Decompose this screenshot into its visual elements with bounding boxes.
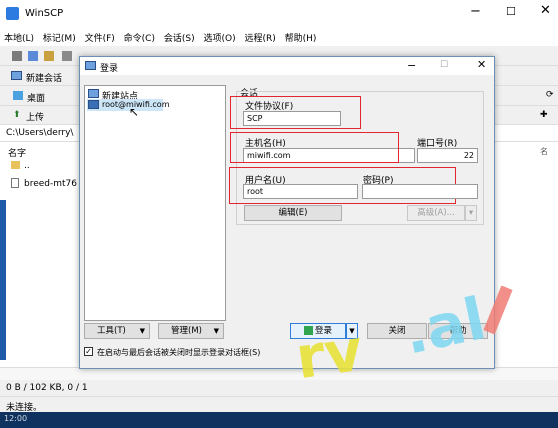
new-site-icon bbox=[88, 89, 99, 98]
site-tree: 新建站点 root@miwifi.com ↖ bbox=[84, 85, 226, 321]
login-dialog-title: 登录 bbox=[100, 64, 119, 74]
toolbar-icon[interactable] bbox=[12, 51, 22, 61]
refresh-icon[interactable]: ⟳ bbox=[546, 90, 554, 100]
main-title-bar: WinSCP − ☐ ✕ bbox=[0, 0, 558, 28]
host-highlight bbox=[230, 132, 399, 163]
menu-help[interactable]: 帮助(H) bbox=[285, 34, 317, 44]
show-login-checkbox-label: 在启动与最后会话被关闭时显示登录对话框(S) bbox=[97, 348, 261, 357]
dialog-close-icon[interactable]: ✕ bbox=[477, 58, 486, 71]
watermark-text-yellow: rv bbox=[292, 316, 367, 393]
menu-bar: 本地(L) 标记(M) 文件(F) 命令(C) 会话(S) 选项(O) 远程(R… bbox=[0, 28, 558, 46]
local-path[interactable]: C:\Users\derry\ bbox=[6, 128, 73, 138]
taskbar-clock: 12:00 bbox=[4, 414, 28, 423]
taskbar: 12:00 bbox=[0, 412, 558, 428]
minimize-icon[interactable]: − bbox=[470, 4, 481, 19]
file-row-parent[interactable]: .. bbox=[24, 161, 30, 171]
transfer-status-bar: 0 B / 102 KB, 0 / 1 bbox=[0, 380, 558, 396]
tree-item-saved-site[interactable]: root@miwifi.com bbox=[87, 99, 170, 111]
toolbar-icon[interactable] bbox=[44, 51, 54, 61]
login-dialog-icon bbox=[85, 61, 96, 70]
upload-icon: ⬆ bbox=[13, 110, 21, 120]
winscp-app-icon bbox=[6, 7, 19, 20]
menu-commands[interactable]: 命令(C) bbox=[124, 34, 155, 44]
window-title: WinSCP bbox=[25, 8, 64, 19]
maximize-icon[interactable]: ☐ bbox=[506, 5, 516, 18]
desktop-edge bbox=[0, 200, 6, 360]
chevron-down-icon: ▼ bbox=[139, 327, 145, 335]
tools-button-label: 工具(T) bbox=[97, 326, 126, 336]
local-size-status: 0 B / 102 KB, 0 / 1 bbox=[6, 383, 88, 393]
file-name[interactable]: breed-mt76 bbox=[24, 179, 77, 189]
mouse-cursor-icon: ↖ bbox=[129, 105, 140, 119]
manage-button-label: 管理(M) bbox=[171, 326, 202, 336]
upload-button[interactable]: 上传 bbox=[26, 110, 44, 123]
dialog-minimize-icon[interactable]: − bbox=[407, 59, 416, 72]
manage-button[interactable]: 管理(M) ▼ bbox=[158, 323, 224, 339]
protocol-highlight bbox=[230, 96, 361, 129]
new-icon[interactable]: ✚ bbox=[540, 110, 548, 120]
connection-status-bar: 未连接。 bbox=[0, 396, 558, 413]
toolbar-icon[interactable] bbox=[28, 51, 38, 61]
advanced-dropdown-icon[interactable]: ▾ bbox=[465, 205, 477, 221]
desktop-icon bbox=[13, 91, 23, 100]
tools-button[interactable]: 工具(T) ▼ bbox=[84, 323, 150, 339]
menu-local[interactable]: 本地(L) bbox=[4, 34, 34, 44]
parent-folder-icon bbox=[11, 161, 20, 169]
menu-options[interactable]: 选项(O) bbox=[203, 34, 235, 44]
new-session-icon bbox=[11, 71, 22, 80]
menu-file[interactable]: 文件(F) bbox=[85, 34, 115, 44]
saved-site-icon bbox=[88, 100, 99, 109]
advanced-button[interactable]: 高级(A)... bbox=[407, 205, 465, 221]
show-login-checkbox[interactable]: ✓ bbox=[84, 347, 93, 356]
dialog-maximize-icon[interactable]: ☐ bbox=[440, 60, 448, 70]
watermark-part: rv bbox=[291, 315, 367, 393]
port-field[interactable]: 22 bbox=[417, 148, 478, 163]
toolbar-icon[interactable] bbox=[62, 51, 72, 61]
menu-session[interactable]: 会话(S) bbox=[164, 34, 195, 44]
password-field[interactable] bbox=[362, 184, 478, 199]
login-dialog-title-bar: 登录 − ☐ ✕ bbox=[80, 57, 494, 75]
menu-mark[interactable]: 标记(M) bbox=[43, 34, 76, 44]
menu-remote[interactable]: 远程(R) bbox=[244, 34, 275, 44]
file-icon bbox=[11, 178, 19, 188]
chevron-down-icon: ▼ bbox=[213, 327, 219, 335]
edit-button[interactable]: 编辑(E) bbox=[244, 205, 342, 221]
close-icon[interactable]: ✕ bbox=[540, 3, 551, 18]
local-drive-selector[interactable]: 桌面 bbox=[27, 91, 45, 104]
column-header-right[interactable]: 名 bbox=[540, 146, 548, 157]
new-session-tab[interactable]: 新建会话 bbox=[26, 71, 62, 84]
